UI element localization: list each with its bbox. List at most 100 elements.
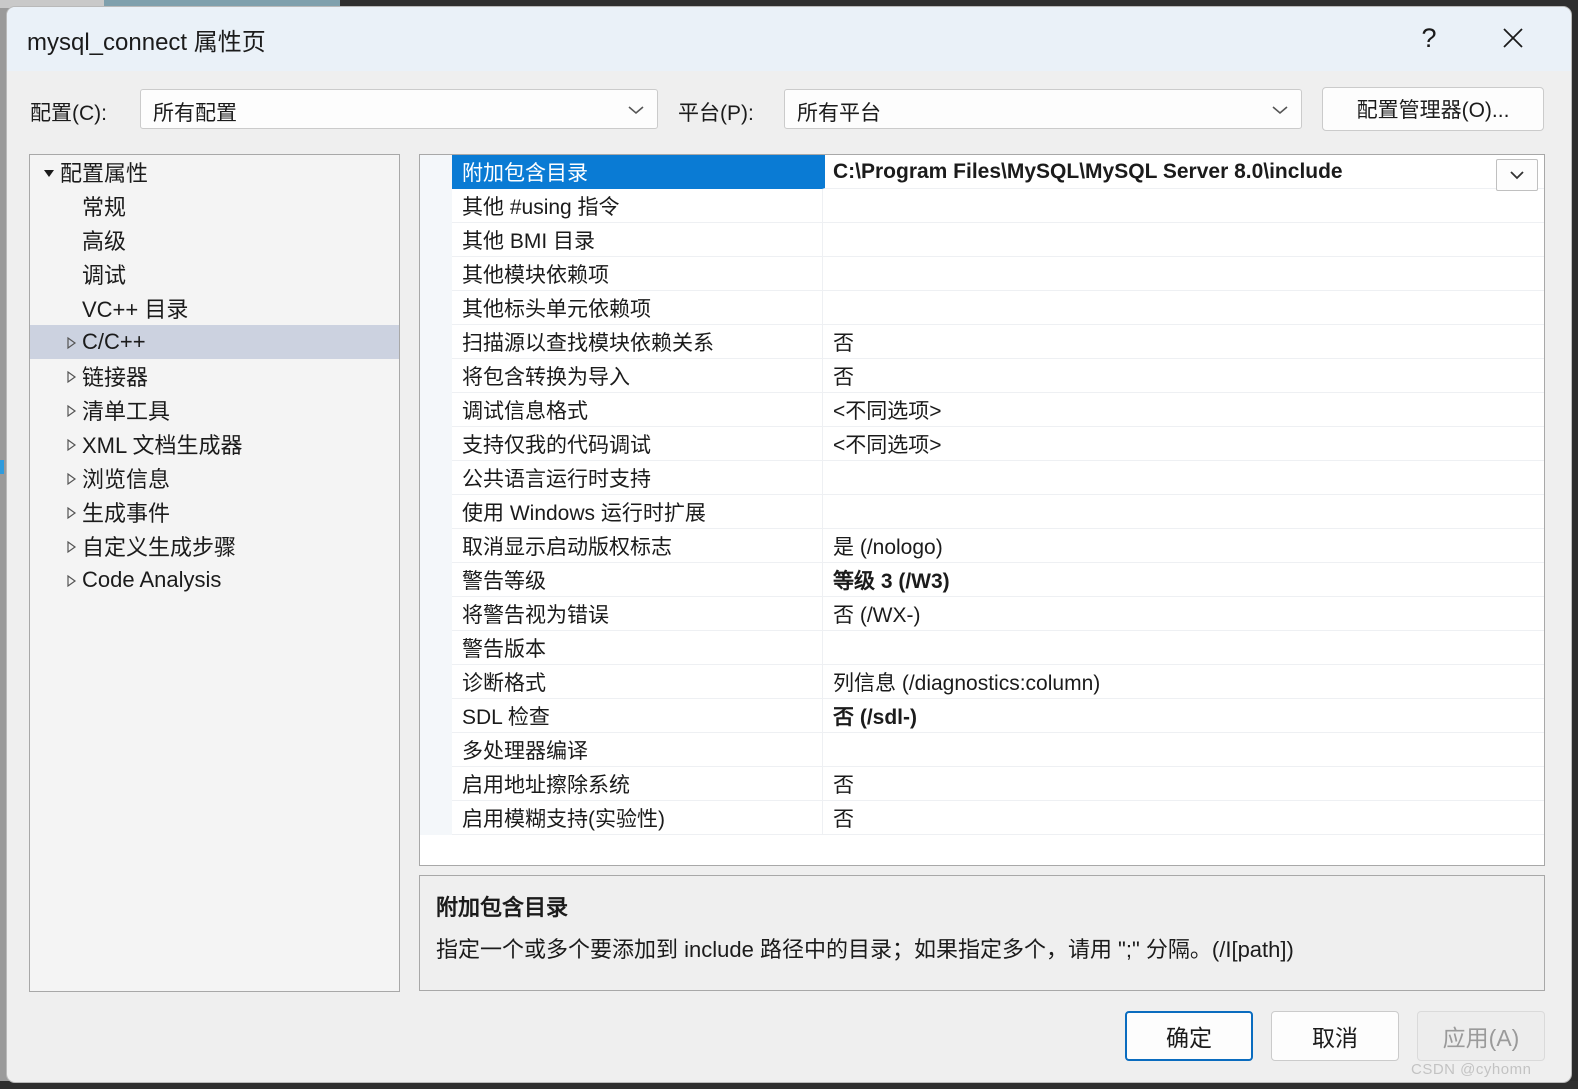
property-value[interactable] bbox=[822, 291, 1544, 325]
property-name[interactable]: 支持仅我的代码调试 bbox=[452, 427, 822, 461]
property-value[interactable]: <不同选项> bbox=[822, 393, 1544, 427]
property-name[interactable]: 启用模糊支持(实验性) bbox=[452, 801, 822, 835]
triangle-right-icon[interactable] bbox=[60, 499, 82, 525]
property-name[interactable]: 扫描源以查找模块依赖关系 bbox=[452, 325, 822, 359]
property-row[interactable]: 警告版本 bbox=[420, 631, 1544, 665]
property-row[interactable]: 多处理器编译 bbox=[420, 733, 1544, 767]
property-name[interactable]: 警告版本 bbox=[452, 631, 822, 665]
configuration-manager-button[interactable]: 配置管理器(O)... bbox=[1322, 87, 1544, 131]
property-value[interactable] bbox=[822, 189, 1544, 223]
property-name[interactable]: 启用地址擦除系统 bbox=[452, 767, 822, 801]
property-name[interactable]: 公共语言运行时支持 bbox=[452, 461, 822, 495]
tree-item-label: VC++ 目录 bbox=[82, 297, 189, 322]
tree-item-label: Code Analysis bbox=[82, 567, 222, 592]
tree-item-12[interactable]: Code Analysis bbox=[30, 563, 399, 597]
property-row[interactable]: 启用地址擦除系统否 bbox=[420, 767, 1544, 801]
property-value[interactable] bbox=[822, 733, 1544, 767]
property-value[interactable]: C:\Program Files\MySQL\MySQL Server 8.0\… bbox=[822, 155, 1544, 191]
description-pane: 附加包含目录 指定一个或多个要添加到 include 路径中的目录；如果指定多个… bbox=[419, 875, 1545, 991]
property-row[interactable]: SDL 检查否 (/sdl-) bbox=[420, 699, 1544, 733]
property-name[interactable]: 附加包含目录 bbox=[452, 155, 822, 189]
close-icon[interactable] bbox=[1483, 13, 1543, 63]
tree-item-5[interactable]: C/C++ bbox=[30, 325, 399, 359]
tree-item-4[interactable]: VC++ 目录 bbox=[30, 291, 399, 325]
property-name[interactable]: 多处理器编译 bbox=[452, 733, 822, 767]
triangle-right-icon[interactable] bbox=[60, 363, 82, 389]
property-name[interactable]: 其他标头单元依赖项 bbox=[452, 291, 822, 325]
property-value[interactable]: 否 bbox=[822, 359, 1544, 393]
property-name[interactable]: 警告等级 bbox=[452, 563, 822, 597]
property-name[interactable]: 调试信息格式 bbox=[452, 393, 822, 427]
property-name[interactable]: 其他 #using 指令 bbox=[452, 189, 822, 223]
property-value[interactable]: <不同选项> bbox=[822, 427, 1544, 461]
property-value[interactable]: 否 (/WX-) bbox=[822, 597, 1544, 631]
property-value[interactable] bbox=[822, 461, 1544, 495]
property-row[interactable]: 其他 BMI 目录 bbox=[420, 223, 1544, 257]
property-value[interactable] bbox=[822, 223, 1544, 257]
row-gutter bbox=[420, 461, 452, 495]
property-row[interactable]: 附加包含目录 C:\Program Files\MySQL\MySQL Serve… bbox=[420, 155, 1544, 191]
property-row[interactable]: 将包含转换为导入否 bbox=[420, 359, 1544, 393]
property-name[interactable]: 使用 Windows 运行时扩展 bbox=[452, 495, 822, 529]
tree-item-9[interactable]: 浏览信息 bbox=[30, 461, 399, 495]
property-value[interactable]: 否 bbox=[822, 325, 1544, 359]
row-gutter bbox=[420, 223, 452, 257]
triangle-right-icon[interactable] bbox=[60, 567, 82, 593]
triangle-right-icon[interactable] bbox=[60, 533, 82, 559]
ok-button[interactable]: 确定 bbox=[1125, 1011, 1253, 1061]
triangle-right-icon[interactable] bbox=[60, 431, 82, 457]
property-name[interactable]: 取消显示启动版权标志 bbox=[452, 529, 822, 563]
chevron-down-icon[interactable] bbox=[1496, 159, 1538, 191]
platform-select[interactable]: 所有平台 bbox=[784, 89, 1302, 129]
property-name[interactable]: 将警告视为错误 bbox=[452, 597, 822, 631]
property-row[interactable]: 将警告视为错误否 (/WX-) bbox=[420, 597, 1544, 631]
property-row[interactable]: 其他模块依赖项 bbox=[420, 257, 1544, 291]
property-value[interactable] bbox=[822, 495, 1544, 529]
property-name[interactable]: 将包含转换为导入 bbox=[452, 359, 822, 393]
property-name[interactable]: 诊断格式 bbox=[452, 665, 822, 699]
property-row[interactable]: 扫描源以查找模块依赖关系否 bbox=[420, 325, 1544, 359]
triangle-right-icon[interactable] bbox=[60, 329, 82, 355]
property-value[interactable]: 否 bbox=[822, 801, 1544, 835]
property-value[interactable]: 等级 3 (/W3) bbox=[822, 563, 1544, 597]
property-row[interactable]: 使用 Windows 运行时扩展 bbox=[420, 495, 1544, 529]
row-gutter bbox=[420, 189, 452, 223]
tree-item-2[interactable]: 高级 bbox=[30, 223, 399, 257]
property-grid[interactable]: 附加包含目录 C:\Program Files\MySQL\MySQL Serve… bbox=[419, 154, 1545, 866]
tree-item-3[interactable]: 调试 bbox=[30, 257, 399, 291]
tree-item-6[interactable]: 链接器 bbox=[30, 359, 399, 393]
property-value[interactable] bbox=[822, 631, 1544, 665]
tree-item-11[interactable]: 自定义生成步骤 bbox=[30, 529, 399, 563]
property-row[interactable]: 取消显示启动版权标志是 (/nologo) bbox=[420, 529, 1544, 563]
property-row[interactable]: 诊断格式 列信息 (/diagnostics:column) bbox=[420, 665, 1544, 699]
property-value[interactable]: 列信息 (/diagnostics:column) bbox=[822, 665, 1544, 699]
property-name[interactable]: 其他模块依赖项 bbox=[452, 257, 822, 291]
tree-item-1[interactable]: 常规 bbox=[30, 189, 399, 223]
property-value[interactable]: 是 (/nologo) bbox=[822, 529, 1544, 563]
configuration-select[interactable]: 所有配置 bbox=[140, 89, 658, 129]
property-row[interactable]: 调试信息格式 <不同选项> bbox=[420, 393, 1544, 427]
configuration-tree[interactable]: 配置属性 常规 高级 调试 VC++ 目录 C/C++ 链接器 清单工具 XML 文档生成器 浏览… bbox=[29, 154, 400, 992]
tree-item-7[interactable]: 清单工具 bbox=[30, 393, 399, 427]
property-row[interactable]: 其他标头单元依赖项 bbox=[420, 291, 1544, 325]
property-row[interactable]: 支持仅我的代码调试 <不同选项> bbox=[420, 427, 1544, 461]
property-row[interactable]: 警告等级 等级 3 (/W3) bbox=[420, 563, 1544, 597]
tree-item-8[interactable]: XML 文档生成器 bbox=[30, 427, 399, 461]
tree-item-10[interactable]: 生成事件 bbox=[30, 495, 399, 529]
triangle-right-icon[interactable] bbox=[60, 465, 82, 491]
help-icon[interactable]: ? bbox=[1399, 13, 1459, 63]
cancel-button[interactable]: 取消 bbox=[1271, 1011, 1399, 1061]
property-name[interactable]: SDL 检查 bbox=[452, 699, 822, 733]
property-value[interactable]: 否 bbox=[822, 767, 1544, 801]
property-row[interactable]: 启用模糊支持(实验性) 否 bbox=[420, 801, 1544, 835]
property-value[interactable]: 否 (/sdl-) bbox=[822, 699, 1544, 733]
row-gutter bbox=[420, 291, 452, 325]
property-row[interactable]: 其他 #using 指令 bbox=[420, 189, 1544, 223]
triangle-down-icon[interactable] bbox=[38, 159, 60, 185]
property-row[interactable]: 公共语言运行时支持 bbox=[420, 461, 1544, 495]
property-value[interactable] bbox=[822, 257, 1544, 291]
property-name[interactable]: 其他 BMI 目录 bbox=[452, 223, 822, 257]
row-gutter bbox=[420, 495, 452, 529]
triangle-right-icon[interactable] bbox=[60, 397, 82, 423]
tree-item-0[interactable]: 配置属性 bbox=[30, 155, 399, 189]
